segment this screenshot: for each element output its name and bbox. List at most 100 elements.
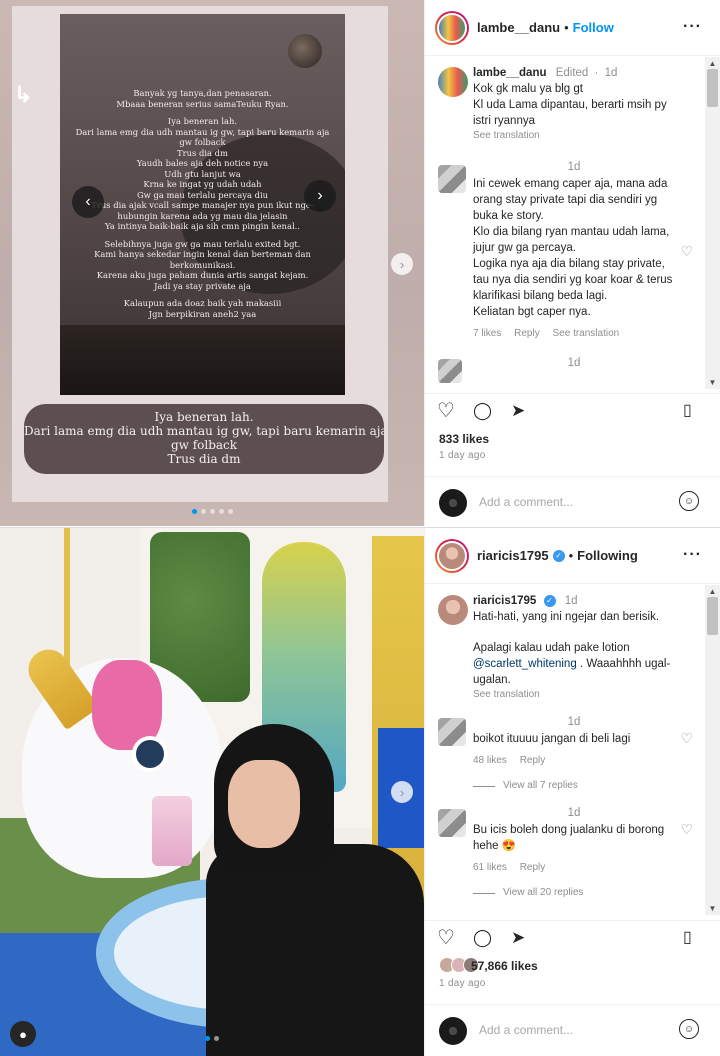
caption-line: Apalagi kalau udah pake lotion @scarlett… <box>473 642 671 686</box>
carousel-next-button[interactable]: › <box>391 253 413 275</box>
carousel-next-button[interactable]: › <box>391 781 413 803</box>
comment-username[interactable]: riaricis1795 <box>473 595 536 607</box>
heart-icon[interactable]: ♡ <box>437 400 455 422</box>
comment-likes[interactable]: 61 likes <box>473 862 507 873</box>
comments-list: lambe__danu Edited · 1d Kok gk malu ya b… <box>425 57 705 389</box>
comment-time[interactable]: 1d <box>473 807 675 822</box>
avatar[interactable] <box>435 10 469 45</box>
share-icon[interactable]: ➤ <box>511 927 525 949</box>
story-text-line: Udh gtu lanjut wa <box>164 168 241 179</box>
emoji-icon[interactable]: ☺ <box>679 1019 699 1039</box>
scrollbar-thumb[interactable] <box>707 597 718 635</box>
comment-likes[interactable]: 48 likes <box>473 755 507 766</box>
story-text-line <box>60 291 345 298</box>
reply-button[interactable]: Reply <box>520 755 546 766</box>
curved-arrow-icon: ↳ <box>14 82 33 107</box>
avatar[interactable] <box>438 595 468 625</box>
avatar[interactable] <box>435 538 469 573</box>
comment-text: boikot ituuuu jangan di beli lagi <box>473 733 631 745</box>
add-comment-input[interactable]: Add a comment... <box>479 495 573 509</box>
carousel-dot <box>227 509 233 514</box>
follow-button[interactable]: Follow <box>573 20 614 35</box>
post-time[interactable]: 1 day ago <box>439 978 486 989</box>
avatar[interactable] <box>438 359 462 383</box>
comment-icon[interactable]: ◯ <box>473 927 492 949</box>
avatar[interactable] <box>438 67 468 97</box>
like-count[interactable]: 833 likes <box>439 432 489 446</box>
story-text-line <box>60 232 345 239</box>
bookmark-icon[interactable]: ▯ <box>683 927 692 949</box>
more-options-icon[interactable]: ··· <box>683 18 702 36</box>
post-side-panel: lambe__danu • Follow ··· lambe__danu Edi… <box>424 0 720 526</box>
like-comment-icon[interactable]: ♡ <box>680 243 693 260</box>
comment-time[interactable]: 1d <box>565 595 578 607</box>
story-text-line: Ya intinya baik-baik aja sih cmn pingin … <box>105 221 300 231</box>
scrollbar-thumb[interactable] <box>707 69 718 107</box>
caption-line: Hati-hati, yang ini ngejar dan berisik. <box>473 611 660 623</box>
avatar[interactable] <box>438 165 466 193</box>
lotion-bottle <box>152 796 192 866</box>
comment-time[interactable]: 1d <box>605 67 618 79</box>
post-header: lambe__danu • Follow ··· <box>425 0 720 56</box>
post-media[interactable]: › ● <box>0 528 424 1056</box>
verified-badge-icon: ✓ <box>543 595 556 607</box>
post-header: riaricis1795 ✓ • Following ··· <box>425 528 720 584</box>
comment-username[interactable]: lambe__danu <box>473 67 547 79</box>
following-button[interactable]: Following <box>577 548 638 563</box>
comment-time[interactable]: 1d <box>473 161 675 176</box>
avatar[interactable] <box>438 718 466 746</box>
add-comment-bar: Add a comment... ☺ <box>425 476 720 526</box>
story-text-line: Trus dia dm <box>177 147 228 158</box>
post-time[interactable]: 1 day ago <box>439 450 486 461</box>
post-lambe-danu: ↳ Banyak yg tanya,dan penasaran. Mbaaa be… <box>0 0 720 526</box>
post-media[interactable]: ↳ Banyak yg tanya,dan penasaran. Mbaaa be… <box>0 0 424 526</box>
comments-scrollbar[interactable]: ▲ ▼ <box>705 57 720 389</box>
separator-dot: • <box>568 548 574 563</box>
avatar[interactable] <box>438 809 466 837</box>
see-translation-link[interactable]: See translation <box>553 328 620 339</box>
story-next-button[interactable]: › <box>304 180 336 212</box>
carousel-dot <box>205 1036 210 1041</box>
comment-actions: 7 likes Reply See translation <box>473 328 675 339</box>
story-text-line: Kalaupun ada doaz baik yah makasiii <box>123 298 282 308</box>
reply-button[interactable]: Reply <box>520 862 546 873</box>
comment-icon[interactable]: ◯ <box>473 400 492 422</box>
heart-icon[interactable]: ♡ <box>437 927 455 949</box>
carousel-dot <box>209 509 215 514</box>
see-translation-link[interactable]: See translation <box>473 130 675 141</box>
story-text-line: Mbaaa beneran serius samaTeuku Ryan. <box>116 98 289 109</box>
caption-comment: riaricis1795 ✓ 1d Hati-hati, yang ini ng… <box>425 593 705 700</box>
comment-likes[interactable]: 7 likes <box>473 328 501 339</box>
door-knob <box>288 34 322 68</box>
caption-comment: lambe__danu Edited · 1d Kok gk malu ya b… <box>425 65 705 141</box>
tagged-user-icon[interactable]: ● <box>10 1021 36 1047</box>
comment-actions: 61 likes Reply <box>473 862 675 873</box>
avatar <box>439 1017 467 1045</box>
liker-avatars[interactable] <box>439 957 479 973</box>
comment: 1d <box>425 357 705 383</box>
story-text-line: Yaudh bales aja deh notice nya <box>136 158 269 168</box>
carousel-dot <box>218 509 224 514</box>
bookmark-icon[interactable]: ▯ <box>683 400 692 422</box>
like-comment-icon[interactable]: ♡ <box>680 821 693 838</box>
add-comment-input[interactable]: Add a comment... <box>479 1023 573 1037</box>
comment-time[interactable]: 1d <box>473 357 675 372</box>
comment-time[interactable]: 1d <box>473 716 675 731</box>
story-prev-button[interactable]: ‹ <box>72 186 104 218</box>
story-text-line: Jadi ya stay private aja <box>154 280 251 291</box>
emoji-icon[interactable]: ☺ <box>679 491 699 511</box>
header-username[interactable]: riaricis1795 <box>477 548 549 563</box>
person <box>206 724 424 1056</box>
view-replies-link[interactable]: View all 20 replies <box>425 887 705 898</box>
share-icon[interactable]: ➤ <box>511 400 525 422</box>
like-comment-icon[interactable]: ♡ <box>680 730 693 747</box>
see-translation-link[interactable]: See translation <box>473 689 675 700</box>
reply-button[interactable]: Reply <box>514 328 540 339</box>
more-options-icon[interactable]: ··· <box>683 546 702 564</box>
view-replies-link[interactable]: View all 7 replies <box>425 780 705 791</box>
header-username[interactable]: lambe__danu <box>477 20 560 35</box>
like-count[interactable]: 57,866 likes <box>471 959 538 973</box>
comments-scrollbar[interactable]: ▲ ▼ <box>705 585 720 915</box>
zoomed-text-line: Trus dia dm <box>167 452 241 466</box>
mention-link[interactable]: @scarlett_whitening <box>473 658 577 670</box>
